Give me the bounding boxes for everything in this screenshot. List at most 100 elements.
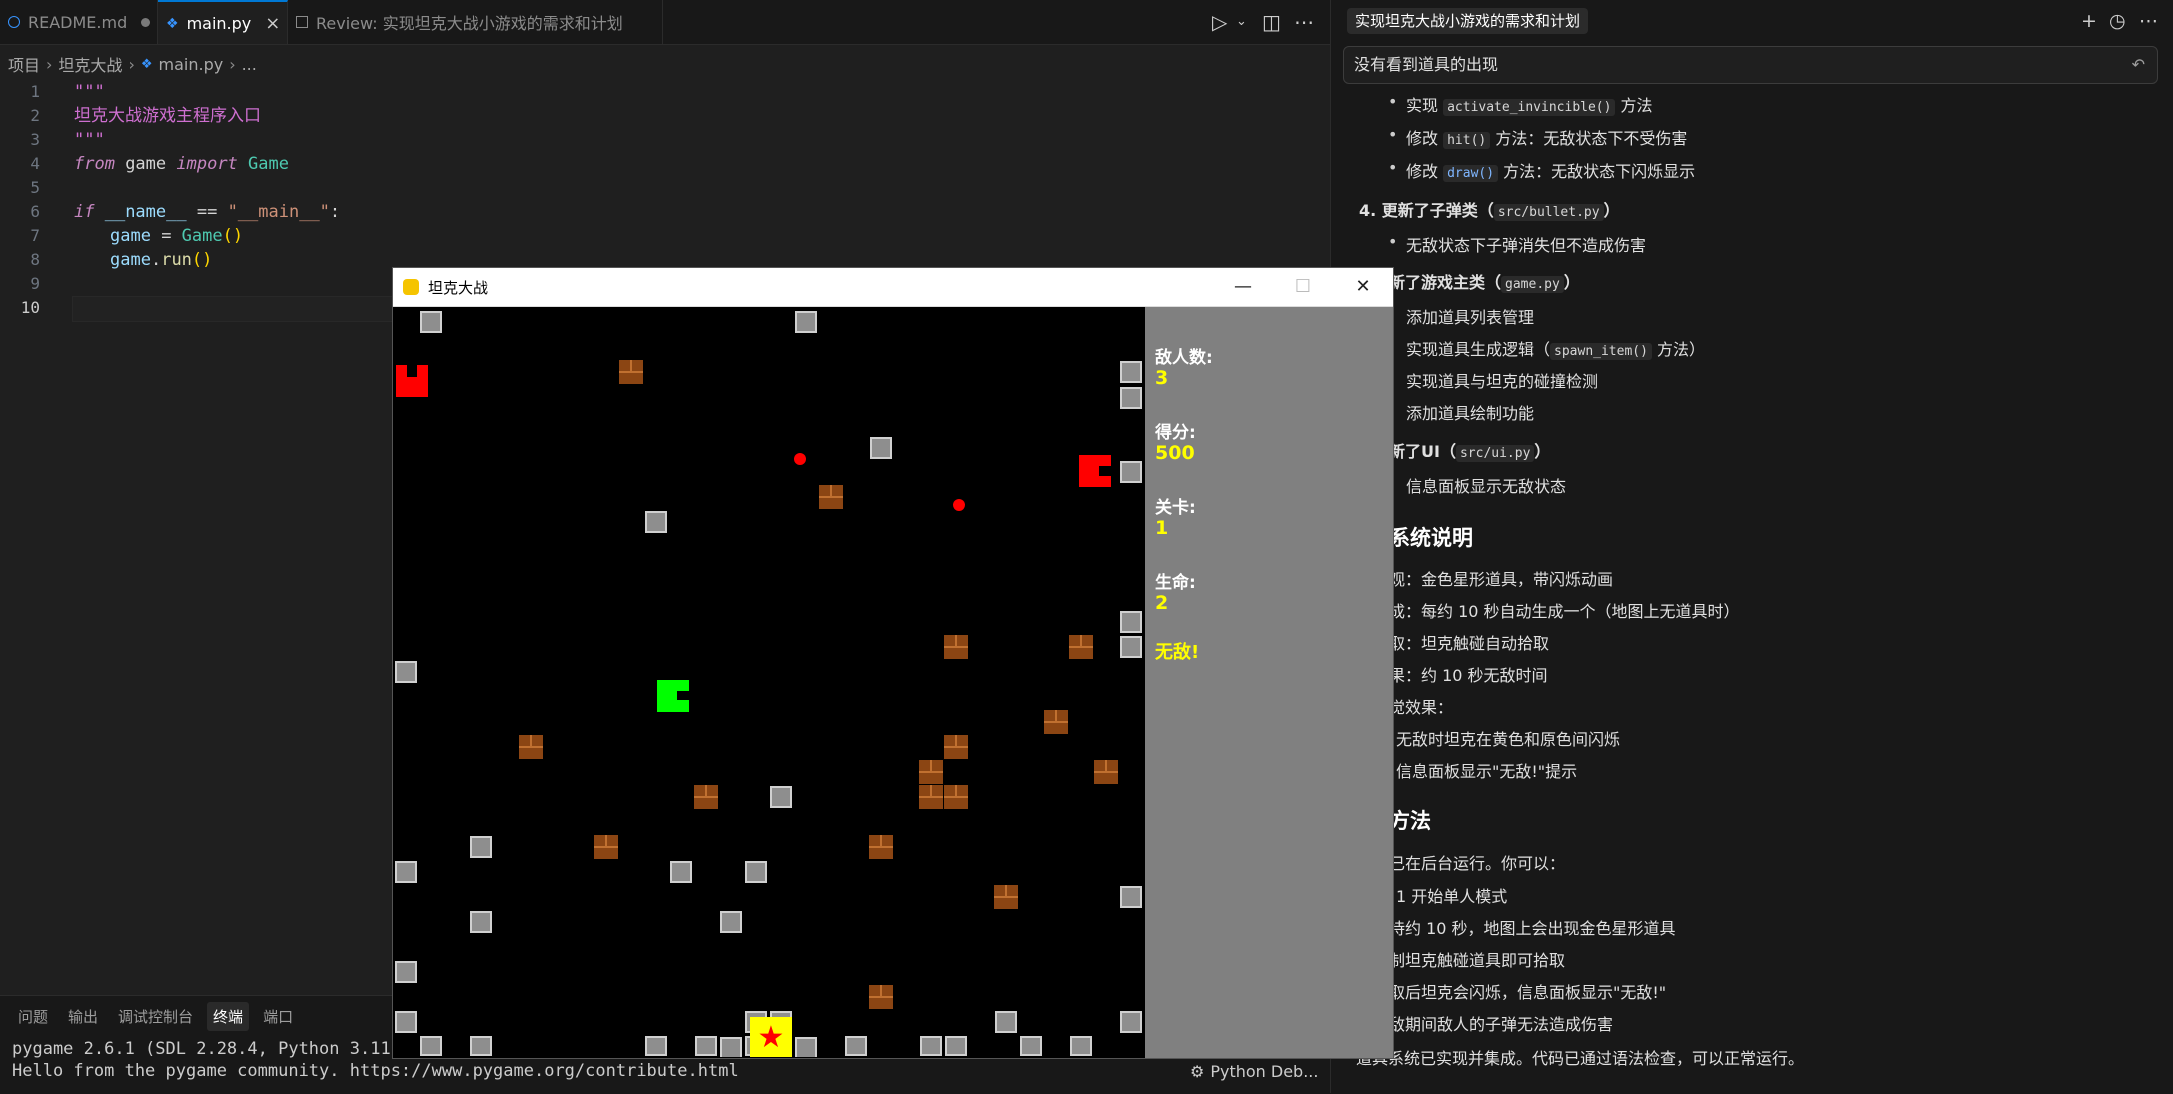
list-item: 信息面板显示"无敌!"提示 — [1396, 762, 1578, 781]
tab-readme[interactable]: README.md — [0, 0, 158, 44]
brick-wall — [869, 835, 893, 859]
close-icon[interactable]: ✕ — [1333, 268, 1393, 306]
panel-tab-debug-console[interactable]: 调试控制台 — [112, 1002, 199, 1031]
brick-wall — [1069, 635, 1093, 659]
code-line: 5 — [0, 176, 1330, 200]
inline-code: src/ui.py — [1455, 445, 1535, 462]
panel-tab-terminal[interactable]: 终端 — [207, 1002, 250, 1031]
list-item: 待约 10 秒，地图上会出现金色星形道具 — [1389, 919, 1676, 938]
code-text: == — [186, 202, 228, 222]
chat-panel: 实现坦克大战小游戏的需求和计划 + ◷ ⋯ 没有看到道具的出现 ↶ 实现 act… — [1330, 0, 2173, 1093]
panel-tab-output[interactable]: 输出 — [62, 1002, 104, 1031]
code-var: game — [110, 250, 151, 270]
list-item: 修改 hit() 方法：无敌状态下不受伤害 — [1388, 125, 1687, 149]
split-editor-icon[interactable]: ◫ — [1262, 10, 1281, 34]
list-item: 无敌状态下子弹消失但不造成伤害 — [1388, 232, 1646, 256]
code-var: __name__ — [94, 202, 187, 222]
inline-code: activate_invincible() — [1443, 99, 1616, 116]
section-heading: 系统说明 — [1389, 526, 1473, 550]
panel-tab-ports[interactable]: 端口 — [257, 1002, 299, 1031]
chat-input[interactable]: 没有看到道具的出现 ↶ — [1343, 46, 2158, 84]
brick-wall — [619, 360, 643, 384]
code-keyword: if — [74, 202, 95, 222]
text: 4. 更新了子弹类 — [1359, 201, 1478, 220]
line-number: 1 — [30, 82, 40, 101]
brick-wall — [919, 785, 943, 809]
star-icon: ★ — [757, 1020, 785, 1055]
lives-value: 2 — [1155, 592, 1169, 614]
enemy-tank — [1079, 455, 1111, 487]
code-class: Game — [237, 154, 289, 174]
python-debug-label: Python Deb... — [1210, 1062, 1319, 1081]
steel-wall — [795, 311, 817, 333]
game-window-titlebar[interactable]: 坦克大战 — ☐ ✕ — [393, 268, 1393, 307]
tab-review[interactable]: Review: 实现坦克大战小游戏的需求和计划 — [288, 0, 663, 44]
line-number: 10 — [20, 298, 40, 317]
game-window[interactable]: 坦克大战 — ☐ ✕ ★ 敌人数: 3 得分: 500 关卡: 1 生命: 2 … — [393, 268, 1393, 1058]
history-icon[interactable]: ◷ — [2109, 10, 2126, 32]
steel-wall — [870, 437, 892, 459]
breadcrumb-item[interactable]: ... — [242, 55, 257, 74]
panel-tab-problems[interactable]: 问题 — [12, 1002, 54, 1031]
line-number: 6 — [30, 202, 40, 221]
list-item: 1 开始单人模式 — [1396, 887, 1508, 906]
steel-wall — [1120, 636, 1142, 658]
chevron-down-icon[interactable]: ⌄ — [1236, 14, 1247, 29]
score-value: 500 — [1155, 442, 1195, 464]
enemy-bullet — [953, 499, 965, 511]
pygame-logo-icon — [403, 279, 419, 295]
steel-wall — [795, 1037, 817, 1057]
breadcrumb-item[interactable]: 项目 — [8, 52, 40, 76]
text: 修改 — [1406, 162, 1444, 181]
tab-label: README.md — [28, 12, 128, 32]
steel-wall — [1120, 886, 1142, 908]
steel-wall — [1120, 461, 1142, 483]
terminal-line: Hello from the pygame community. https:/… — [12, 1061, 739, 1081]
code-line: 4 from game import Game — [0, 152, 1330, 176]
text: 新了游戏主类 — [1389, 273, 1486, 292]
more-icon[interactable]: ⋯ — [2139, 10, 2158, 32]
tab-main-py[interactable]: ❖ main.py × — [158, 0, 288, 44]
tank-barrel — [407, 365, 417, 377]
paragraph: 道具系统已实现并集成。代码已通过语法检查，可以正常运行。 — [1356, 1049, 1805, 1068]
steel-wall — [645, 1036, 667, 1056]
gear-icon: ⚙ — [1190, 1062, 1205, 1081]
list-item: 信息面板显示无敌状态 — [1406, 477, 1567, 496]
list-item: 观：金色星形道具，带闪烁动画 — [1389, 570, 1614, 589]
inline-code: spawn_item() — [1550, 343, 1652, 360]
code-function: run — [161, 250, 192, 270]
code-line: 6 if __name__ == "__main__": — [0, 200, 1330, 224]
chat-input-value: 没有看到道具的出现 — [1354, 55, 1499, 74]
list-item: 实现道具生成逻辑（ spawn_item() 方法） — [1406, 336, 1705, 360]
star-item: ★ — [750, 1017, 792, 1057]
code-class: Game — [181, 226, 223, 246]
plus-icon[interactable]: + — [2081, 10, 2097, 32]
line-number: 2 — [30, 106, 40, 125]
more-icon[interactable]: ⋯ — [1294, 10, 1314, 34]
run-icon[interactable]: ▷ — [1212, 10, 1227, 34]
score-label: 得分: — [1155, 423, 1196, 443]
breadcrumb-item[interactable]: main.py — [159, 55, 224, 74]
invincible-indicator: 无敌! — [1155, 642, 1200, 663]
python-debug-terminal[interactable]: ⚙ Python Deb... — [1190, 1062, 1318, 1081]
brick-wall — [1094, 760, 1118, 784]
level-value: 1 — [1155, 517, 1169, 539]
breadcrumb-item[interactable]: 坦克大战 — [58, 52, 122, 76]
code-text: game — [114, 154, 177, 174]
chat-title[interactable]: 实现坦克大战小游戏的需求和计划 — [1347, 8, 1589, 34]
steel-wall — [1120, 387, 1142, 409]
list-heading: 新了游戏主类（ game.py） — [1389, 273, 1580, 293]
list-item: 无敌时坦克在黄色和原色间闪烁 — [1396, 730, 1621, 749]
brick-wall — [594, 835, 618, 859]
list-item: 实现道具与坦克的碰撞检测 — [1406, 372, 1599, 391]
player-tank — [657, 680, 689, 712]
minimize-icon[interactable]: — — [1213, 268, 1273, 306]
maximize-icon[interactable]: ☐ — [1273, 268, 1333, 306]
paragraph: 已在后台运行。你可以： — [1389, 854, 1566, 873]
undo-icon[interactable]: ↶ — [2132, 47, 2145, 83]
close-icon[interactable]: × — [265, 13, 280, 34]
code-keyword: import — [176, 154, 238, 174]
game-arena[interactable]: ★ — [394, 307, 1144, 1057]
brick-wall — [519, 735, 543, 759]
tank-barrel — [677, 691, 689, 700]
